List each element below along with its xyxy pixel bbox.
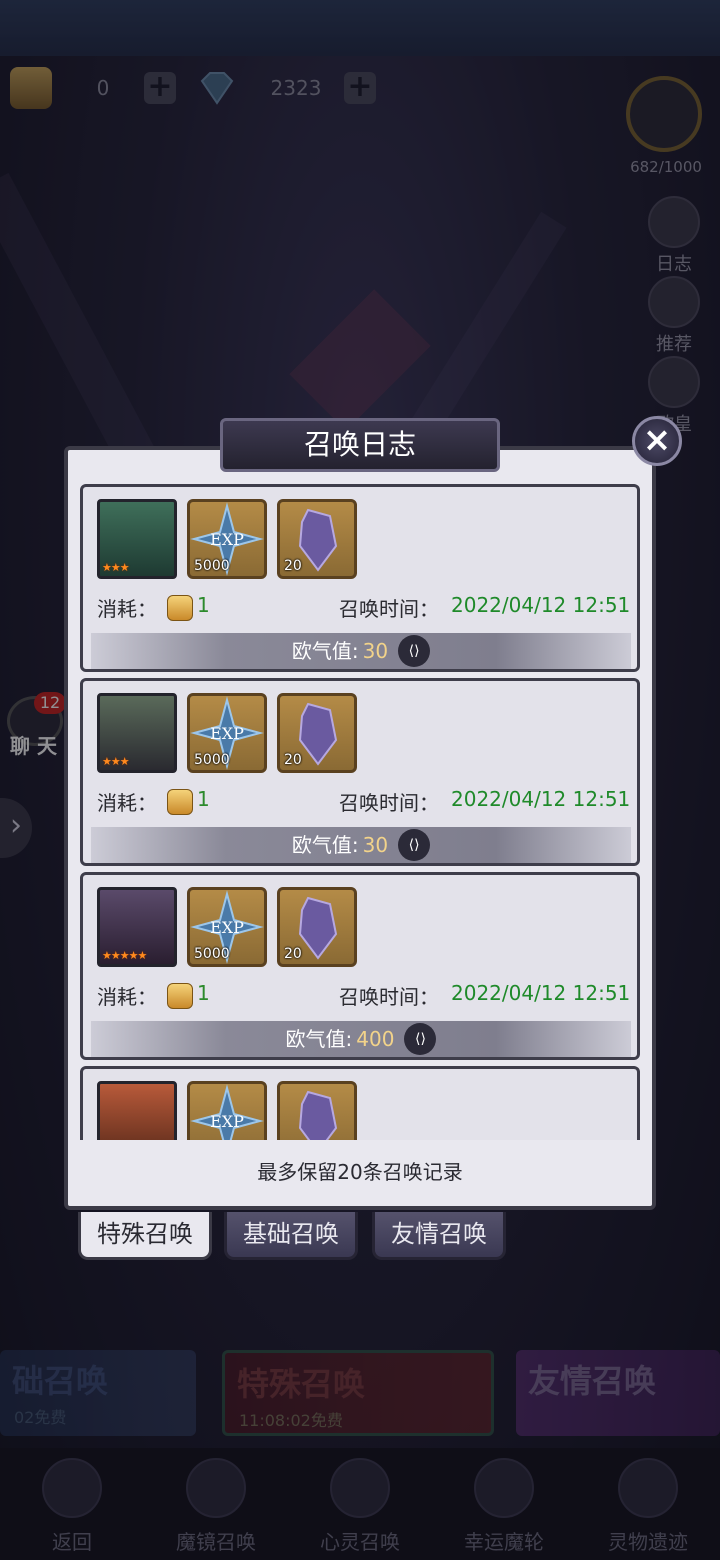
reward-qty: 20	[284, 946, 302, 962]
reward-qty: 5000	[194, 558, 230, 574]
hero-stars: ★★★	[102, 755, 130, 768]
summon-log-list[interactable]: ★★★ EXP 5000 20 消耗： 1 召唤时间： 2022/04/12 1…	[80, 484, 640, 1140]
time-value: 2022/04/12 12:51	[451, 981, 631, 1005]
time-label: 召唤时间：	[339, 985, 439, 1009]
luck-label: 欧气值:	[291, 833, 359, 857]
log-entry: ★★★ EXP 5000 20 消耗： 1 召唤时间： 2022/04/12 1…	[80, 484, 640, 672]
summon-scroll-icon	[167, 789, 193, 815]
luck-bar: 欧气值: 400 ⟨⟩	[91, 1021, 631, 1057]
svg-text:EXP: EXP	[210, 1112, 244, 1131]
cost-value: 1	[197, 981, 210, 1005]
reward-crystal[interactable]	[277, 1081, 357, 1140]
cost-value: 1	[197, 593, 210, 617]
hero-portrait[interactable]: ★★★	[97, 693, 177, 773]
retention-note: 最多保留20条召唤记录	[257, 1160, 463, 1184]
luck-value: 30	[362, 833, 389, 857]
share-icon[interactable]: ⟨⟩	[398, 634, 431, 667]
luck-bar: 欧气值: 30 ⟨⟩	[91, 633, 631, 669]
svg-text:EXP: EXP	[210, 530, 244, 549]
cost-label: 消耗：	[97, 597, 157, 621]
modal-title: 召唤日志	[220, 418, 500, 472]
hero-stars: ★★★	[102, 561, 130, 574]
reward-qty: 5000	[194, 946, 230, 962]
share-icon[interactable]: ⟨⟩	[398, 828, 431, 861]
svg-text:EXP: EXP	[210, 724, 244, 743]
reward-exp[interactable]: EXP	[187, 1081, 267, 1140]
tab-friend-summon[interactable]: 友情召唤	[372, 1212, 506, 1260]
reward-qty: 20	[284, 558, 302, 574]
reward-exp[interactable]: EXP 5000	[187, 499, 267, 579]
hero-portrait[interactable]	[97, 1081, 177, 1140]
reward-exp[interactable]: EXP 5000	[187, 887, 267, 967]
reward-qty: 5000	[194, 752, 230, 768]
summon-scroll-icon	[167, 983, 193, 1009]
hero-portrait[interactable]: ★★★	[97, 499, 177, 579]
cost-time-row: 消耗： 1 召唤时间： 2022/04/12 12:51	[97, 593, 637, 623]
crystal-icon	[298, 1090, 338, 1140]
cost-label: 消耗：	[97, 985, 157, 1009]
log-entry: ★★★ EXP 5000 20 消耗： 1 召唤时间： 2022/04/12 1…	[80, 678, 640, 866]
log-entry: ★★★★★ EXP 5000 20 消耗： 1 召唤时间： 2022/04/12…	[80, 872, 640, 1060]
tab-special-summon[interactable]: 特殊召唤	[78, 1212, 212, 1260]
time-value: 2022/04/12 12:51	[451, 787, 631, 811]
hero-portrait[interactable]: ★★★★★	[97, 887, 177, 967]
reward-crystal[interactable]: 20	[277, 499, 357, 579]
exp-icon: EXP	[190, 1084, 264, 1140]
close-button[interactable]: ×	[632, 416, 682, 466]
time-label: 召唤时间：	[339, 597, 439, 621]
luck-label: 欧气值:	[285, 1027, 353, 1051]
reward-crystal[interactable]: 20	[277, 693, 357, 773]
cost-time-row: 消耗： 1 召唤时间： 2022/04/12 12:51	[97, 787, 637, 817]
cost-value: 1	[197, 787, 210, 811]
log-entry-partial: EXP	[80, 1066, 640, 1140]
time-label: 召唤时间：	[339, 791, 439, 815]
share-icon[interactable]: ⟨⟩	[404, 1022, 437, 1055]
cost-time-row: 消耗： 1 召唤时间： 2022/04/12 12:51	[97, 981, 637, 1011]
svg-text:EXP: EXP	[210, 918, 244, 937]
luck-value: 30	[362, 639, 389, 663]
cost-label: 消耗：	[97, 791, 157, 815]
reward-qty: 20	[284, 752, 302, 768]
luck-label: 欧气值:	[291, 639, 359, 663]
reward-crystal[interactable]: 20	[277, 887, 357, 967]
luck-bar: 欧气值: 30 ⟨⟩	[91, 827, 631, 863]
hero-stars: ★★★★★	[102, 949, 147, 962]
luck-value: 400	[356, 1027, 395, 1051]
tab-basic-summon[interactable]: 基础召唤	[224, 1212, 358, 1260]
close-x-icon: ×	[642, 420, 672, 460]
summon-scroll-icon	[167, 595, 193, 621]
time-value: 2022/04/12 12:51	[451, 593, 631, 617]
reward-exp[interactable]: EXP 5000	[187, 693, 267, 773]
